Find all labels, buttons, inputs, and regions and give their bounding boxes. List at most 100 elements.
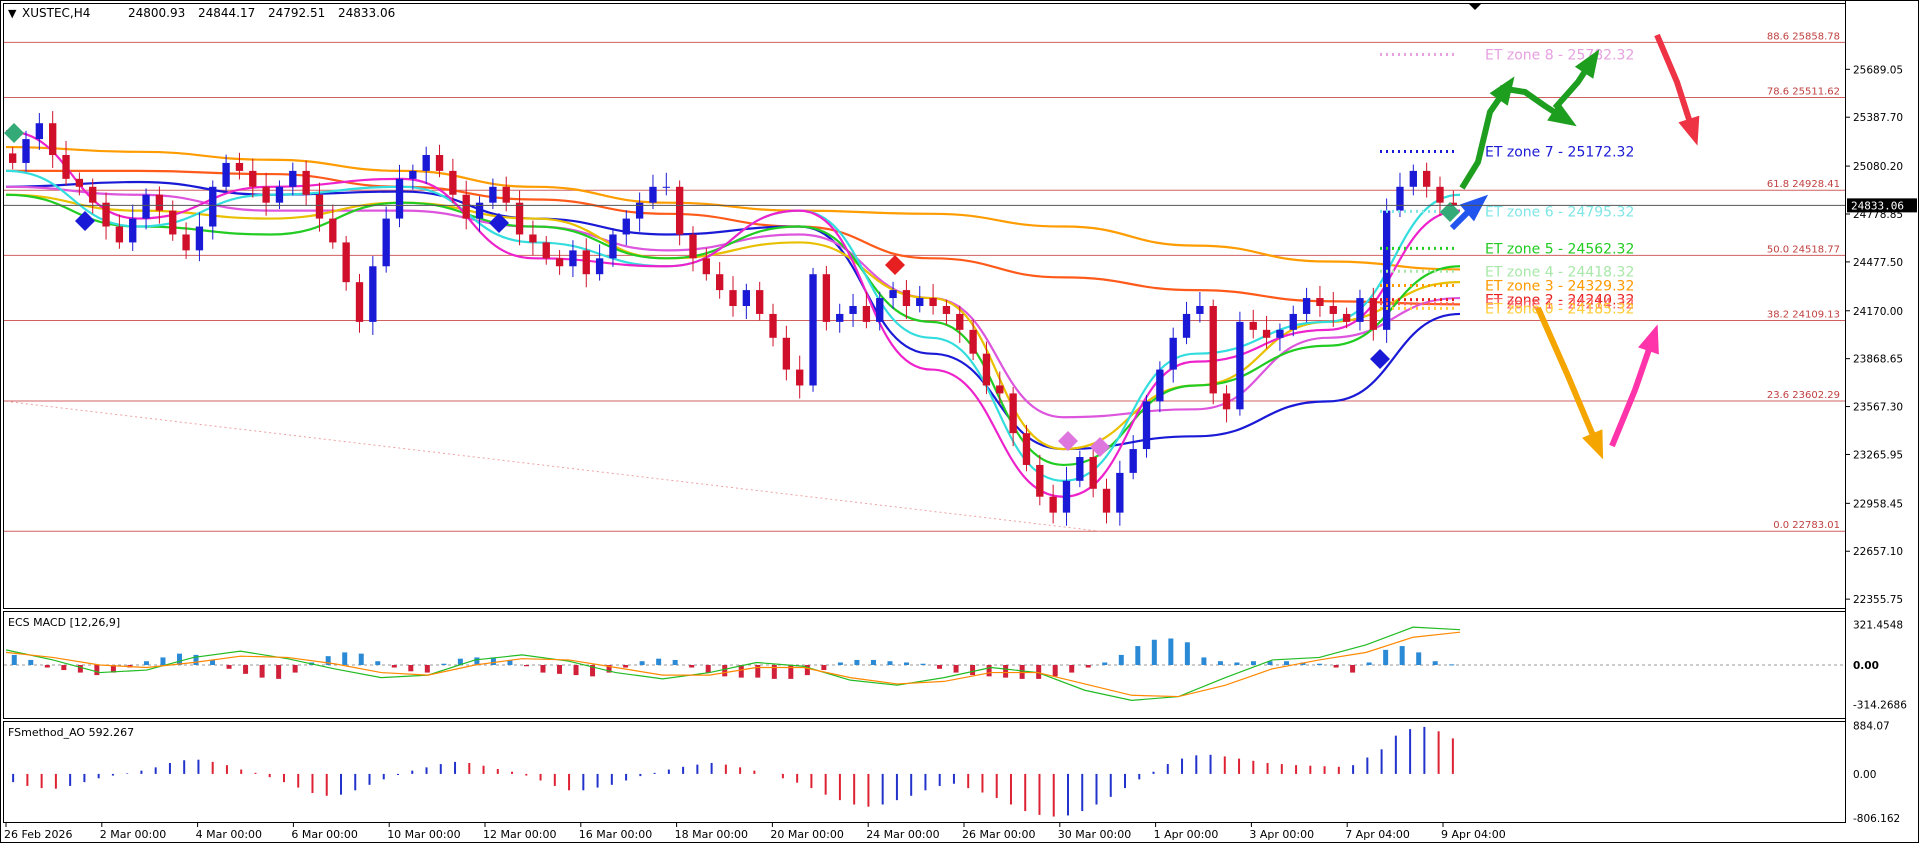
time-tick-14: 7 Apr 04:00 bbox=[1345, 828, 1410, 841]
candle-body-50 bbox=[675, 186, 684, 235]
candle-body-34 bbox=[462, 194, 470, 219]
macd-bar-17 bbox=[292, 665, 298, 673]
macd-bar-71 bbox=[1184, 642, 1190, 665]
candle-body-107 bbox=[1436, 186, 1444, 203]
macd-bar-50 bbox=[837, 662, 843, 665]
candle-body-68 bbox=[916, 298, 924, 306]
time-tick-12: 1 Apr 00:00 bbox=[1154, 828, 1219, 841]
candle-body-83 bbox=[1116, 472, 1124, 513]
macd-bar-60 bbox=[1003, 665, 1009, 678]
ao-tick-2: -806.162 bbox=[1853, 813, 1900, 825]
price-tick-10: 22657.10 bbox=[1853, 546, 1903, 558]
candle-body-42 bbox=[569, 250, 577, 267]
macd-bar-26 bbox=[441, 663, 447, 665]
candle-body-63 bbox=[849, 306, 857, 314]
candle-body-46 bbox=[622, 218, 630, 235]
candle-body-97 bbox=[1302, 298, 1311, 314]
macd-bar-32 bbox=[540, 665, 546, 673]
candle-body-88 bbox=[1182, 313, 1191, 338]
trading-chart[interactable]: 88.6 25858.78 78.6 25511.62 61.8 24928.41 5… bbox=[0, 0, 1919, 843]
candle-body-29 bbox=[395, 178, 404, 219]
et-zone-label-1: ET zone 7 - 25172.32 bbox=[1485, 144, 1634, 160]
candle-body-32 bbox=[435, 155, 444, 171]
macd-bar-82 bbox=[1366, 662, 1372, 665]
candle-body-95 bbox=[1276, 329, 1284, 338]
time-tick-1: 2 Mar 00:00 bbox=[100, 828, 166, 841]
candle-body-52 bbox=[702, 258, 710, 275]
candle-body-5 bbox=[75, 178, 84, 187]
candle-body-26 bbox=[355, 282, 364, 322]
fib-label-38.2: 38.2 24109.13 bbox=[1767, 309, 1840, 320]
macd-bar-74 bbox=[1234, 662, 1240, 665]
macd-bar-37 bbox=[623, 665, 629, 668]
candle-body-80 bbox=[1076, 457, 1084, 481]
ao-title: FSmethod_AO 592.267 bbox=[8, 726, 134, 739]
macd-bar-75 bbox=[1250, 661, 1256, 665]
candle-body-13 bbox=[182, 234, 190, 251]
macd-bar-3 bbox=[61, 665, 67, 671]
candle-body-74 bbox=[996, 385, 1004, 394]
macd-bar-0 bbox=[11, 654, 17, 665]
macd-bar-4 bbox=[77, 665, 83, 673]
ohlc-low: 24792.51 bbox=[268, 6, 325, 20]
macd-bar-20 bbox=[342, 652, 348, 665]
macd-bar-65 bbox=[1085, 665, 1091, 668]
candle-body-30 bbox=[409, 170, 417, 179]
candle-body-56 bbox=[756, 290, 764, 314]
macd-bar-70 bbox=[1168, 638, 1174, 665]
candle-body-43 bbox=[582, 250, 590, 275]
et-zone-label-3: ET zone 5 - 24562.32 bbox=[1485, 241, 1634, 257]
candle-body-101 bbox=[1356, 298, 1364, 322]
price-tick-1: 25387.70 bbox=[1853, 112, 1903, 124]
candle-body-19 bbox=[262, 186, 270, 203]
candle-body-33 bbox=[449, 170, 457, 195]
candle-body-45 bbox=[609, 234, 617, 259]
candle-body-10 bbox=[142, 194, 150, 219]
macd-bar-68 bbox=[1135, 646, 1141, 665]
time-tick-8: 20 Mar 00:00 bbox=[770, 828, 843, 841]
time-tick-5: 12 Mar 00:00 bbox=[483, 828, 556, 841]
price-tick-6: 23868.65 bbox=[1853, 354, 1903, 366]
macd-bar-43 bbox=[722, 665, 728, 677]
macd-bar-58 bbox=[970, 665, 976, 676]
candle-body-65 bbox=[876, 298, 884, 322]
candle-body-36 bbox=[489, 186, 497, 203]
macd-bar-1 bbox=[28, 659, 34, 665]
macd-bar-86 bbox=[1432, 661, 1438, 665]
current-price-label: 24833.06 bbox=[1851, 199, 1904, 212]
macd-bar-31 bbox=[523, 665, 529, 667]
candle-body-25 bbox=[342, 242, 350, 283]
candle-body-71 bbox=[956, 313, 964, 330]
macd-bar-23 bbox=[391, 665, 397, 668]
macd-bar-64 bbox=[1069, 665, 1075, 673]
macd-bar-8 bbox=[143, 661, 149, 665]
time-tick-9: 24 Mar 00:00 bbox=[866, 828, 939, 841]
collapse-arrow-icon[interactable]: ▼ bbox=[8, 7, 17, 20]
candle-body-9 bbox=[129, 218, 137, 243]
macd-bar-51 bbox=[854, 659, 860, 665]
candle-body-84 bbox=[1129, 449, 1137, 473]
candle-body-89 bbox=[1196, 306, 1204, 314]
macd-tick-1: 0.00 bbox=[1853, 660, 1879, 672]
price-tick-8: 23265.95 bbox=[1853, 449, 1903, 461]
candle-body-72 bbox=[969, 329, 977, 354]
candle-body-59 bbox=[796, 369, 804, 386]
candle-body-85 bbox=[1142, 401, 1151, 450]
macd-bar-81 bbox=[1350, 665, 1356, 673]
candle-body-69 bbox=[929, 298, 937, 306]
macd-bar-42 bbox=[705, 665, 711, 673]
time-tick-7: 18 Mar 00:00 bbox=[675, 828, 748, 841]
candle-body-90 bbox=[1209, 306, 1217, 394]
time-tick-13: 3 Apr 00:00 bbox=[1249, 828, 1314, 841]
time-tick-0: 26 Feb 2026 bbox=[4, 828, 72, 841]
candle-body-87 bbox=[1169, 337, 1177, 370]
ao-tick-0: 884.07 bbox=[1853, 721, 1890, 733]
ohlc-high: 24844.17 bbox=[198, 6, 255, 20]
candle-body-104 bbox=[1396, 186, 1404, 211]
price-tick-11: 22355.75 bbox=[1853, 594, 1903, 606]
et-zone-label-8: ET zone 0 - 24185.32 bbox=[1485, 301, 1634, 317]
candle-body-82 bbox=[1102, 488, 1111, 513]
macd-bar-56 bbox=[937, 665, 943, 669]
candle-body-79 bbox=[1062, 480, 1071, 513]
candle-body-54 bbox=[729, 290, 737, 306]
